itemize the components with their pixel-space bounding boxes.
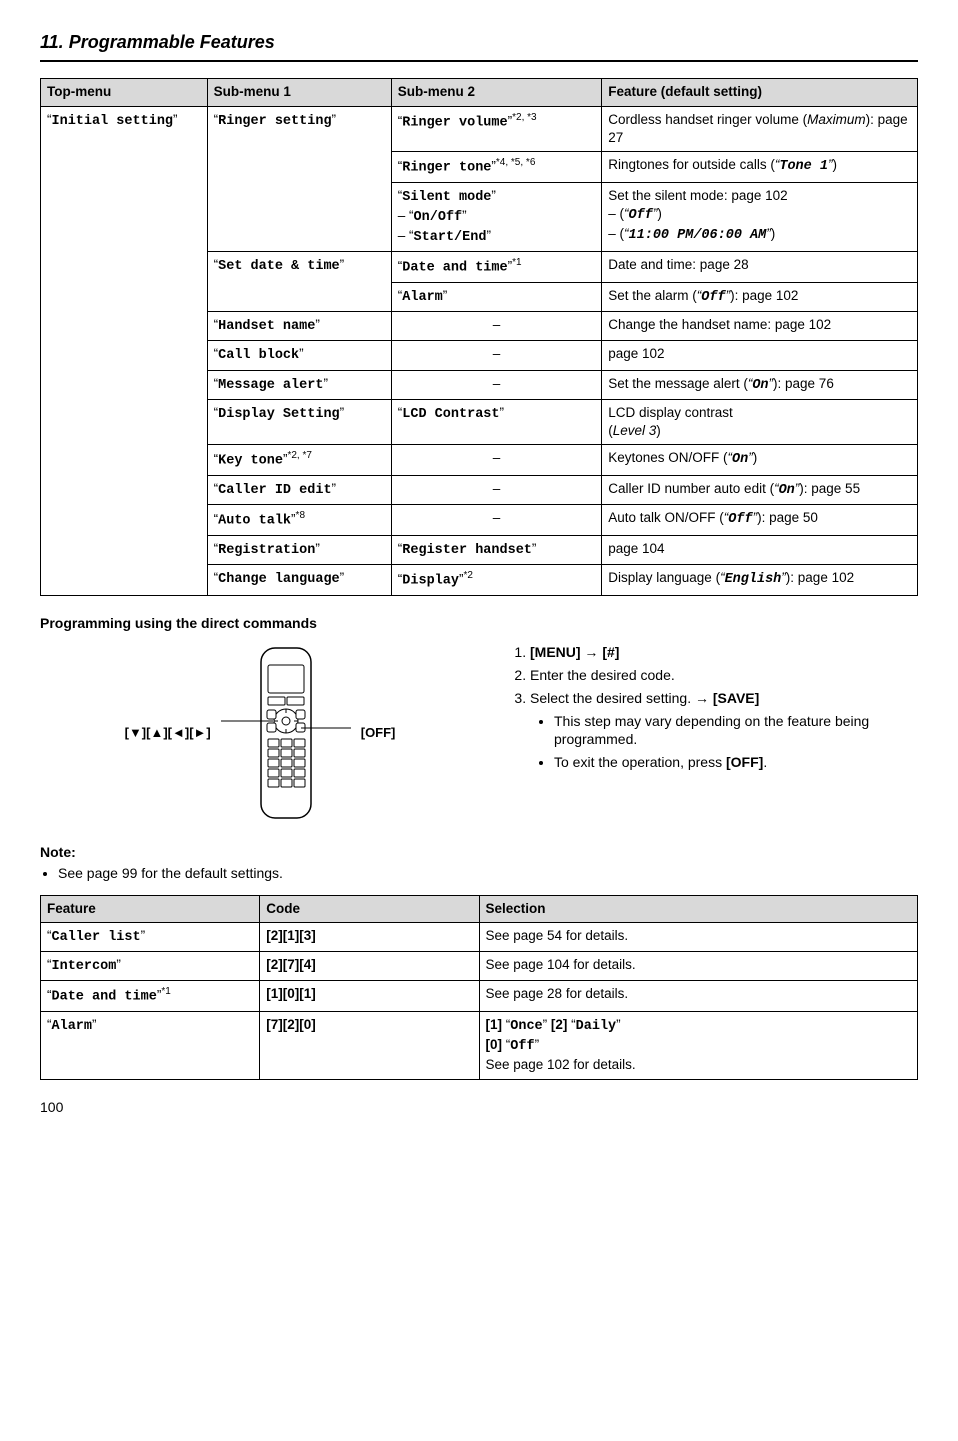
th-sub2: Sub-menu 2 — [391, 79, 601, 106]
submenu2-cell: “Silent mode”– “On/Off”– “Start/End” — [391, 182, 601, 252]
submenu1-cell: “Ringer setting” — [207, 106, 391, 252]
feature-cell: Display language (“English”): page 102 — [602, 565, 918, 596]
submenu2-cell: – — [391, 341, 601, 370]
code-cell: [1][0][1] — [260, 981, 479, 1012]
submenu2-cell: – — [391, 370, 601, 399]
submenu2-cell: – — [391, 505, 601, 536]
feature-cell: Set the message alert (“On”): page 76 — [602, 370, 918, 399]
th-feature: Feature (default setting) — [602, 79, 918, 106]
step-3: Select the desired setting. → [SAVE] Thi… — [530, 689, 918, 773]
submenu1-cell: “Display Setting” — [207, 399, 391, 444]
submenu1-cell: “Auto talk”*8 — [207, 505, 391, 536]
feature-cell: page 102 — [602, 341, 918, 370]
submenu2-cell: – — [391, 476, 601, 505]
submenu2-cell: – — [391, 312, 601, 341]
feature-cell: Auto talk ON/OFF (“Off”): page 50 — [602, 505, 918, 536]
selection-cell: See page 28 for details. — [479, 981, 918, 1012]
selection-cell: [1] “Once” [2] “Daily”[0] “Off”See page … — [479, 1012, 918, 1080]
feature-cell: Cordless handset ringer volume (Maximum)… — [602, 106, 918, 151]
submenu1-cell: “Caller ID edit” — [207, 476, 391, 505]
direct-steps: [MENU] → [#] Enter the desired code. Sel… — [510, 643, 918, 823]
note-heading: Note: — [40, 843, 918, 862]
feature-cell: Set the alarm (“Off”): page 102 — [602, 283, 918, 312]
feature-cell: page 104 — [602, 536, 918, 565]
submenu2-cell: “Date and time”*1 — [391, 252, 601, 283]
submenu1-cell: “Handset name” — [207, 312, 391, 341]
submenu1-cell: “Registration” — [207, 536, 391, 565]
feature-cell: Change the handset name: page 102 — [602, 312, 918, 341]
divider — [40, 60, 918, 62]
selection-cell: See page 104 for details. — [479, 952, 918, 981]
submenu1-cell: “Message alert” — [207, 370, 391, 399]
submenu1-cell: “Key tone”*2, *7 — [207, 445, 391, 476]
feature-cell: Set the silent mode: page 102– (“Off”)– … — [602, 182, 918, 252]
table-row: “Intercom”[2][7][4]See page 104 for deta… — [41, 952, 918, 981]
feature-cell: Date and time: page 28 — [602, 252, 918, 283]
code-cell: [2][7][4] — [260, 952, 479, 981]
submenu2-cell: “Ringer tone”*4, *5, *6 — [391, 151, 601, 182]
feature-cell: Ringtones for outside calls (“Tone 1”) — [602, 151, 918, 182]
submenu1-cell: “Change language” — [207, 565, 391, 596]
handset-diagram: [▼][▲][◄][►] — [40, 643, 480, 823]
submenu1-cell: “Set date & time” — [207, 252, 391, 312]
feature-cell: “Date and time”*1 — [41, 981, 260, 1012]
page-number: 100 — [40, 1098, 918, 1117]
table-row: “Alarm”[7][2][0][1] “Once” [2] “Daily”[0… — [41, 1012, 918, 1080]
feature-cell: “Caller list” — [41, 922, 260, 951]
handset-icon — [221, 643, 351, 823]
code-cell: [2][1][3] — [260, 922, 479, 951]
submenu2-cell: “Display”*2 — [391, 565, 601, 596]
submenu2-cell: “Alarm” — [391, 283, 601, 312]
chapter-title: 11. Programmable Features — [40, 30, 918, 54]
table-row: “Initial setting”“Ringer setting”“Ringer… — [41, 106, 918, 151]
feature-cell: “Alarm” — [41, 1012, 260, 1080]
submenu2-cell: “LCD Contrast” — [391, 399, 601, 444]
topmenu-cell: “Initial setting” — [41, 106, 208, 595]
step-1: [MENU] → [#] — [530, 643, 918, 662]
off-key-label: [OFF] — [361, 724, 396, 742]
table-row: “Date and time”*1[1][0][1]See page 28 fo… — [41, 981, 918, 1012]
note-item: See page 99 for the default settings. — [58, 864, 918, 883]
submenu2-cell: – — [391, 445, 601, 476]
th2-code: Code — [260, 895, 479, 922]
th2-selection: Selection — [479, 895, 918, 922]
direct-commands-row: [▼][▲][◄][►] — [40, 643, 918, 823]
submenu2-cell: “Register handset” — [391, 536, 601, 565]
step3-bullet-2: To exit the operation, press [OFF]. — [554, 753, 918, 772]
nav-keys-label: [▼][▲][◄][►] — [125, 724, 211, 742]
step-2: Enter the desired code. — [530, 666, 918, 685]
step3-bullet-1: This step may vary depending on the feat… — [554, 712, 918, 750]
submenu1-cell: “Call block” — [207, 341, 391, 370]
feature-cell: “Intercom” — [41, 952, 260, 981]
direct-codes-table: Feature Code Selection “Caller list”[2][… — [40, 895, 918, 1080]
selection-cell: See page 54 for details. — [479, 922, 918, 951]
direct-commands-heading: Programming using the direct commands — [40, 614, 918, 633]
submenu2-cell: “Ringer volume”*2, *3 — [391, 106, 601, 151]
feature-cell: Caller ID number auto edit (“On”): page … — [602, 476, 918, 505]
features-table: Top-menu Sub-menu 1 Sub-menu 2 Feature (… — [40, 78, 918, 596]
th-topmenu: Top-menu — [41, 79, 208, 106]
th2-feature: Feature — [41, 895, 260, 922]
note-list: See page 99 for the default settings. — [58, 864, 918, 883]
table-row: “Caller list”[2][1][3]See page 54 for de… — [41, 922, 918, 951]
feature-cell: Keytones ON/OFF (“On”) — [602, 445, 918, 476]
feature-cell: LCD display contrast(Level 3) — [602, 399, 918, 444]
code-cell: [7][2][0] — [260, 1012, 479, 1080]
th-sub1: Sub-menu 1 — [207, 79, 391, 106]
